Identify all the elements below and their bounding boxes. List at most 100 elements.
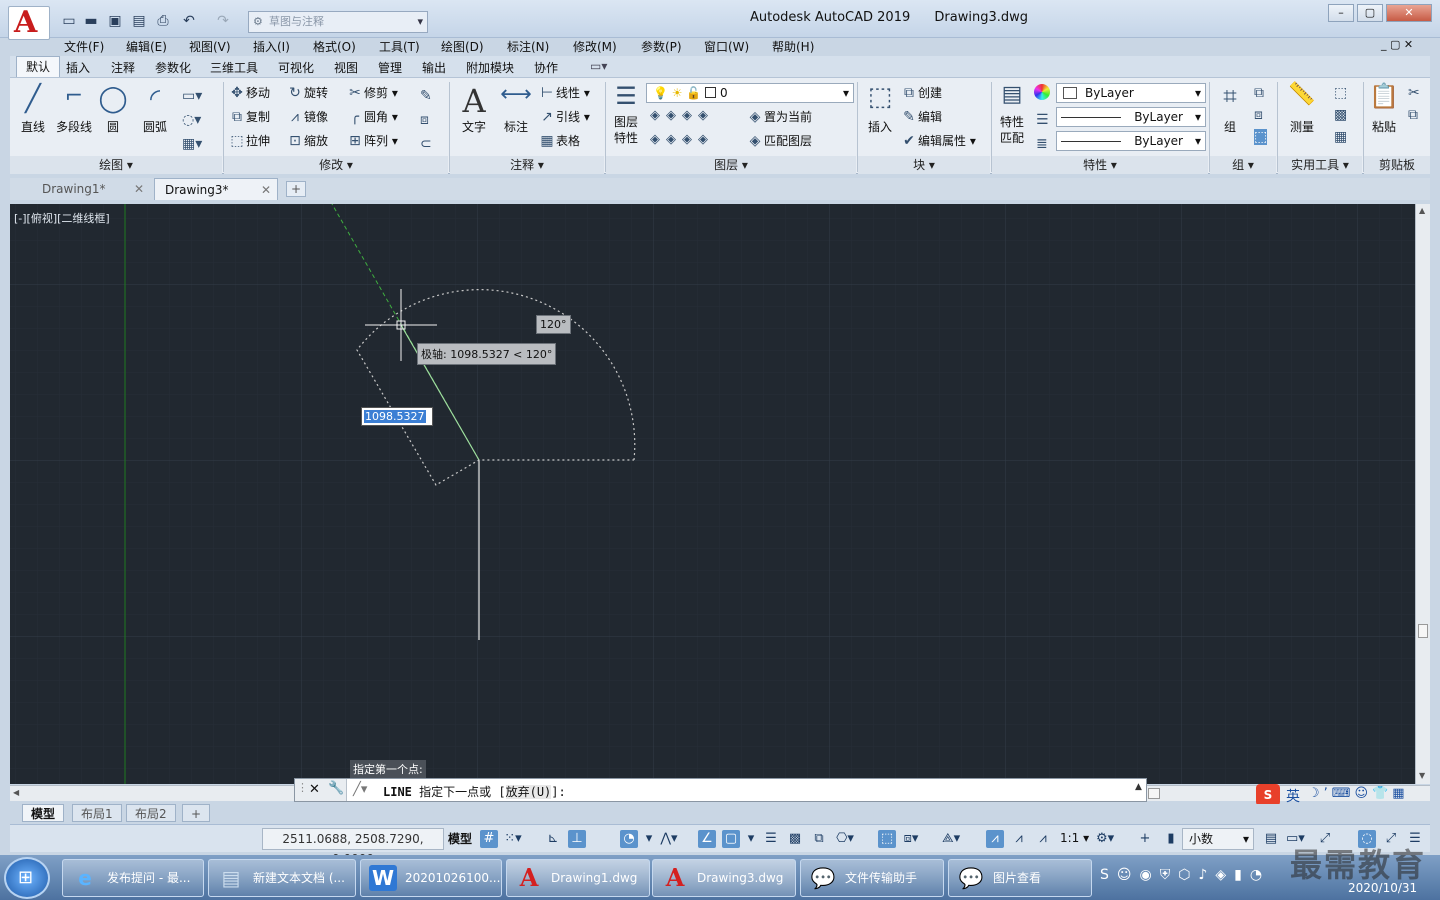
snap-mode-icon[interactable]: ⁙▾: [504, 830, 522, 848]
tab-default[interactable]: 默认: [16, 56, 60, 77]
lineweight-dropdown[interactable]: ByLayer ▾: [1056, 131, 1206, 151]
object-snap-tracking-icon[interactable]: ∠: [698, 830, 716, 848]
doc-tab-drawing1[interactable]: Drawing1* ✕: [12, 178, 150, 200]
match-properties-button[interactable]: ▤ 特性 匹配: [994, 82, 1030, 146]
linear-dim-button[interactable]: ⊢ 线性 ▾: [538, 84, 590, 101]
group-button[interactable]: ⌗ 组: [1212, 82, 1248, 135]
modify-extra-tools[interactable]: ✎ ⧈ ⊂: [420, 84, 432, 156]
tab-manage[interactable]: 管理: [378, 59, 402, 76]
ime-tool-icons[interactable]: ☽ʼ⌨☺👕▦: [1308, 786, 1409, 801]
chevron-down-icon[interactable]: ▾: [640, 830, 658, 848]
application-menu-button[interactable]: A: [8, 5, 50, 40]
dynamic-input-field[interactable]: 1098.5327: [361, 407, 433, 426]
edit-block-button[interactable]: ✎ 编辑: [900, 108, 942, 125]
taskbar-item-ie[interactable]: e 发布提问 - 最...: [62, 859, 204, 897]
object-snap-icon[interactable]: ▢: [722, 830, 740, 848]
gear-icon[interactable]: ⚙▾: [1096, 830, 1114, 848]
annotation-panel-title[interactable]: 注释 ▾: [450, 156, 604, 174]
viewport-controls[interactable]: [-][俯视][二维线框]: [14, 210, 110, 226]
scrollbar-thumb[interactable]: [1148, 788, 1160, 799]
trim-button[interactable]: ✂ 修剪 ▾: [346, 84, 398, 101]
tab-collaborate[interactable]: 协作: [534, 59, 558, 76]
dynamic-input-icon[interactable]: ⬚: [878, 830, 896, 848]
new-file-icon[interactable]: ▭: [60, 12, 78, 30]
match-layer-button[interactable]: ◈ 匹配图层: [746, 132, 812, 149]
utility-small-tools[interactable]: ⬚ ▩ ▦: [1334, 82, 1347, 148]
grid-toggle-icon[interactable]: #: [480, 830, 498, 848]
taskbar-item-image-viewer[interactable]: 💬 图片查看: [948, 859, 1092, 897]
menu-file[interactable]: 文件(F): [64, 38, 104, 55]
draw-panel-title[interactable]: 绘图 ▾: [10, 156, 222, 174]
command-history-icon[interactable]: ▲: [1135, 782, 1142, 792]
arc-tool-button[interactable]: ◜ 圆弧: [138, 84, 172, 135]
grip-icon[interactable]: ⋮: [297, 781, 308, 794]
menu-parametric[interactable]: 参数(P): [641, 38, 682, 55]
tab-visualize[interactable]: 可视化: [278, 59, 314, 76]
coordinate-display[interactable]: 2511.0688, 2508.7290, 0.0000: [262, 828, 444, 866]
edit-attributes-button[interactable]: ✔ 编辑属性 ▾: [900, 132, 976, 149]
print-icon[interactable]: ⎙: [154, 12, 172, 30]
modify-panel-title[interactable]: 修改 ▾: [224, 156, 448, 174]
groups-panel-title[interactable]: 组 ▾: [1210, 156, 1276, 174]
taskbar-item-notepad[interactable]: ▤ 新建文本文档 (...: [208, 859, 356, 897]
taskbar-item-document[interactable]: W 20201026100...: [360, 859, 502, 897]
tab-parametric[interactable]: 参数化: [155, 59, 191, 76]
units-dropdown[interactable]: 小数 ▾: [1182, 828, 1254, 850]
new-layout-button[interactable]: +: [182, 804, 211, 822]
start-button[interactable]: ⊞: [4, 857, 50, 899]
system-tray-icons[interactable]: S☺◉⛨⬡♪◈▮◔: [1100, 867, 1270, 883]
menu-modify[interactable]: 修改(M): [573, 38, 617, 55]
color-dropdown[interactable]: ByLayer ▾: [1056, 83, 1206, 103]
scroll-left-icon[interactable]: ◀: [13, 788, 19, 797]
menu-tools[interactable]: 工具(T): [379, 38, 420, 55]
auto-scale-icon[interactable]: ⩘: [1010, 830, 1028, 848]
dimension-tool-button[interactable]: ⟷ 标注: [496, 82, 536, 135]
scrollbar-thumb[interactable]: [1418, 624, 1428, 638]
menu-draw[interactable]: 绘图(D): [441, 38, 484, 55]
layout-tab-1[interactable]: 布局1: [72, 804, 122, 822]
measure-button[interactable]: 📏 测量: [1282, 82, 1322, 135]
paste-button[interactable]: 📋 粘贴: [1366, 82, 1402, 135]
doc-tab-drawing3[interactable]: Drawing3* ✕: [154, 178, 278, 200]
dynamic-ucs-icon[interactable]: ⊾: [544, 830, 562, 848]
ortho-mode-icon[interactable]: ⊥: [568, 830, 586, 848]
menu-dimension[interactable]: 标注(N): [507, 38, 549, 55]
isodraft-icon[interactable]: ⋀▾: [660, 830, 678, 848]
set-current-button[interactable]: ◈ 置为当前: [746, 108, 812, 125]
taskbar-item-drawing1[interactable]: A Drawing1.dwg: [506, 859, 650, 897]
tab-3d-tools[interactable]: 三维工具: [210, 59, 258, 76]
transparency-icon[interactable]: ▩: [786, 830, 804, 848]
sogou-ime-icon[interactable]: S: [1256, 784, 1280, 806]
close-icon[interactable]: ✕: [134, 178, 144, 200]
leader-button[interactable]: ↗ 引线 ▾: [538, 108, 590, 125]
maximize-button[interactable]: ▢: [1357, 4, 1383, 22]
lineweight-icon[interactable]: ☰: [762, 830, 780, 848]
tab-addins[interactable]: 附加模块: [466, 59, 514, 76]
new-tab-button[interactable]: +: [286, 181, 306, 197]
utilities-panel-title[interactable]: 实用工具 ▾: [1278, 156, 1362, 174]
minimize-button[interactable]: –: [1328, 4, 1354, 22]
plus-icon[interactable]: +: [1136, 830, 1154, 848]
draw-small-tools[interactable]: ▭▾ ◌▾ ▦▾: [182, 84, 202, 156]
vertical-scrollbar[interactable]: ▲ ▼: [1415, 204, 1430, 784]
text-tool-button[interactable]: A 文字: [454, 82, 494, 135]
taskbar-item-drawing3[interactable]: A Drawing3.dwg: [652, 859, 796, 897]
chevron-down-icon[interactable]: ▾: [742, 830, 760, 848]
menu-view[interactable]: 视图(V): [189, 38, 231, 55]
drawing-canvas[interactable]: [-][俯视][二维线框] 120° 极轴: 1098.5327 < 120° …: [10, 204, 1415, 784]
wrench-icon[interactable]: 🔧: [328, 781, 344, 796]
menu-window[interactable]: 窗口(W): [704, 38, 749, 55]
tab-output[interactable]: 输出: [422, 59, 446, 76]
line-tool-button[interactable]: ╱ 直线: [16, 84, 50, 135]
tab-insert[interactable]: 插入: [66, 59, 90, 76]
ribbon-toggle-icon[interactable]: ▭▾: [590, 59, 607, 73]
taskbar-item-file-transfer[interactable]: 💬 文件传输助手: [800, 859, 944, 897]
fillet-button[interactable]: ╭ 圆角 ▾: [346, 108, 398, 125]
workspace-switcher[interactable]: ⚙ 草图与注释 ▾: [248, 11, 428, 33]
annotation-visibility-icon[interactable]: ⩘: [986, 830, 1004, 848]
save-icon[interactable]: ▣: [106, 12, 124, 30]
insert-block-button[interactable]: ⬚ 插入: [862, 82, 898, 135]
doc-window-controls[interactable]: _ ▢ ✕: [1381, 38, 1413, 51]
mirror-button[interactable]: ⩘ 镜像: [286, 108, 328, 125]
scroll-up-icon[interactable]: ▲: [1419, 206, 1425, 215]
